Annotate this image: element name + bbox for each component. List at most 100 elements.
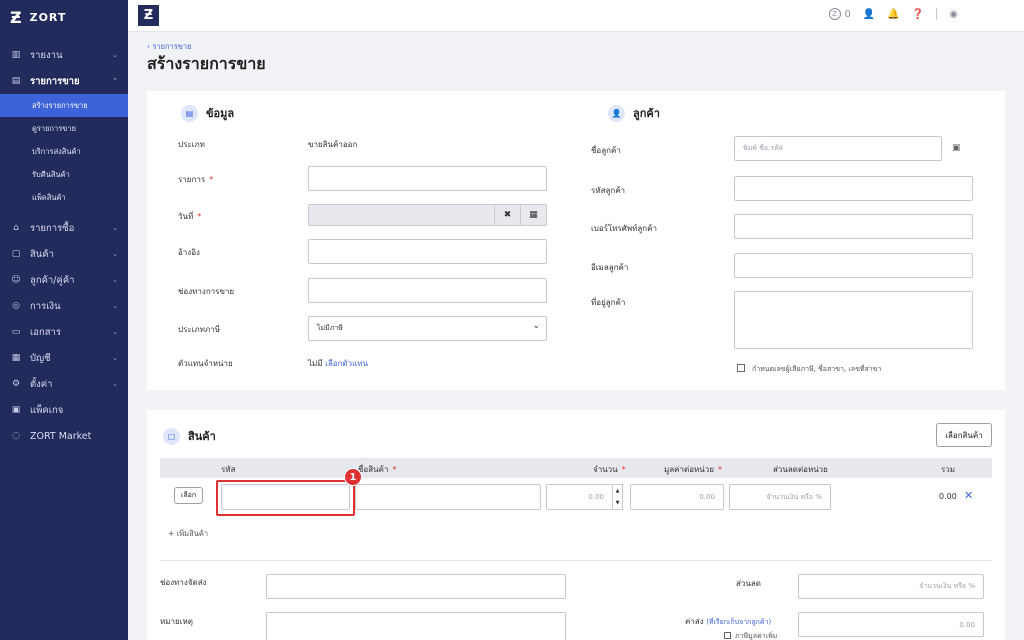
sidebar-item-package[interactable]: ▣ แพ็คเกจ xyxy=(0,397,128,423)
top-icons: Z 0 👤 🔔 ❓ ◉ xyxy=(828,8,958,20)
customer-address-label: ที่อยู่ลูกค้า xyxy=(591,298,626,307)
basket-icon: ⌂ xyxy=(13,223,19,233)
customer-email-input[interactable] xyxy=(734,253,973,278)
required-mark: * xyxy=(209,175,214,184)
sidebar-subitem-view-sales[interactable]: ดูรายการขาย xyxy=(0,117,128,140)
required-mark: * xyxy=(197,212,202,221)
sidebar-item-sales[interactable]: ▤ รายการขาย ⌃ xyxy=(0,68,128,94)
products-panel: ▢ สินค้า เลือกสินค้า รหัส ชื่อสินค้า * จำ… xyxy=(147,410,1005,640)
channel-input[interactable] xyxy=(308,278,547,303)
required-mark: * xyxy=(621,465,626,474)
market-icon: ◌ xyxy=(12,431,20,441)
help-icon[interactable]: ❓ xyxy=(912,9,924,20)
date-label: วันที่ * xyxy=(178,210,201,223)
user-icon[interactable]: 👤 xyxy=(863,9,875,20)
shipping-input[interactable] xyxy=(266,574,566,599)
row-select-button[interactable]: เลือก xyxy=(174,487,203,504)
account-icon[interactable]: ◉ xyxy=(949,9,958,20)
chevron-down-icon: ⌄ xyxy=(112,302,118,310)
sidebar-item-zort-market[interactable]: ◌ ZORT Market xyxy=(0,423,128,449)
vat-checkbox-label: ภาษีมูลค่าเพิ่ม xyxy=(735,632,778,640)
sidebar-item-settings[interactable]: ⚙ ตั้งค่า ⌄ xyxy=(0,371,128,397)
type-value: ขายสินค้าออก xyxy=(308,140,358,149)
sidebar-item-label: ZORT Market xyxy=(30,430,92,442)
customer-name-input[interactable]: พิมพ์ ชื่อ,รหัส xyxy=(734,136,942,161)
products-table-header: รหัส ชื่อสินค้า * จำนวน * มูลค่าต่อหน่วย * … xyxy=(160,458,992,478)
document-icon: ▭ xyxy=(11,327,21,337)
customer-code-input[interactable] xyxy=(734,176,973,201)
chevron-down-icon: ⌄ xyxy=(112,250,118,258)
agent-label: ตัวแทนจำหน่าย xyxy=(178,359,233,368)
discount-input[interactable]: จำนวนเงิน หรือ % xyxy=(729,484,831,510)
col-qty: จำนวน * xyxy=(593,463,626,476)
col-name: ชื่อสินค้า * xyxy=(358,463,396,476)
ref-label: อ้างอิง xyxy=(178,248,200,257)
sidebar-item-label: รายการซื้อ xyxy=(30,222,75,234)
caret-up-icon[interactable]: ▲ xyxy=(616,488,620,494)
clear-date-button[interactable]: ✖ xyxy=(494,205,520,225)
sidebar-item-finance[interactable]: ◎ การเงิน ⌄ xyxy=(0,293,128,319)
vat-checkbox[interactable] xyxy=(724,632,731,639)
tax-select[interactable]: ไม่มีภาษี ⌄ xyxy=(308,316,547,341)
tax-info-checkbox[interactable] xyxy=(737,364,745,372)
ref-input[interactable] xyxy=(308,239,547,264)
sidebar-item-label: การเงิน xyxy=(30,300,61,312)
customer-address-textarea[interactable] xyxy=(734,291,973,349)
users-icon: ☺ xyxy=(11,275,21,285)
sidebar-subitem-returns[interactable]: รับคืนสินค้า xyxy=(0,163,128,186)
sidebar-item-products[interactable]: ▢ สินค้า ⌄ xyxy=(0,241,128,267)
col-discount: ส่วนลดต่อหน่วย xyxy=(773,465,828,474)
agent-value: ไม่มี เลือกตัวแทน xyxy=(308,357,368,370)
required-mark: * xyxy=(392,465,397,474)
chevron-down-icon: ⌄ xyxy=(112,328,118,336)
remove-row-icon[interactable]: ✕ xyxy=(964,489,973,502)
caret-down-icon[interactable]: ▼ xyxy=(616,500,620,506)
coin-icon: ◎ xyxy=(12,301,20,311)
brand-name: ZORT xyxy=(29,10,67,24)
customer-phone-label: เบอร์โทรศัพท์ลูกค้า xyxy=(591,224,657,233)
item-input[interactable] xyxy=(308,166,547,191)
sidebar-subitem-shipping[interactable]: บริการส่งสินค้า xyxy=(0,140,128,163)
package-icon: ▣ xyxy=(11,405,21,415)
select-products-button[interactable]: เลือกสินค้า xyxy=(936,423,992,447)
sidebar-item-label: รายการขาย xyxy=(30,75,80,87)
item-label: รายการ * xyxy=(178,173,213,186)
tax-label: ประเภทภาษี xyxy=(178,325,220,334)
sidebar-item-report[interactable]: ▥ รายงาน ⌄ xyxy=(0,42,128,68)
product-name-input[interactable] xyxy=(355,484,541,510)
sidebar-item-label: ตั้งค่า xyxy=(30,378,53,390)
qty-input[interactable]: 0.00 xyxy=(546,484,613,510)
coin-counter[interactable]: Z 0 xyxy=(828,8,851,20)
coin-icon: Z xyxy=(828,8,841,20)
sidebar-subitem-create-sale[interactable]: สร้างรายการขาย xyxy=(0,94,128,117)
sidebar: Ƶ ZORT ▥ รายงาน ⌄ ▤ รายการขาย ⌃ สร้างราย… xyxy=(0,0,128,640)
total-discount-input[interactable]: จำนวนเงิน หรือ % xyxy=(798,574,984,599)
sidebar-subitem-packing[interactable]: แพ็คสินค้า xyxy=(0,186,128,209)
calendar-icon[interactable]: ▦ xyxy=(520,205,546,225)
chevron-down-icon: ⌄ xyxy=(532,321,540,331)
sidebar-item-accounting[interactable]: ▦ บัญชี ⌄ xyxy=(0,345,128,371)
chevron-down-icon: ⌄ xyxy=(112,51,118,59)
unit-price-input[interactable]: 0.00 xyxy=(630,484,724,510)
bell-icon[interactable]: 🔔 xyxy=(887,9,899,20)
address-book-icon[interactable]: ▣ xyxy=(952,143,961,153)
qty-stepper[interactable]: ▲ ▼ xyxy=(613,484,623,510)
ship-cost-input[interactable]: 0.00 xyxy=(798,612,984,637)
sidebar-item-purchases[interactable]: ⌂ รายการซื้อ ⌄ xyxy=(0,215,128,241)
brand[interactable]: Ƶ ZORT xyxy=(0,0,128,34)
col-unit-price: มูลค่าต่อหน่วย * xyxy=(664,463,722,476)
note-label: หมายเหตุ xyxy=(160,617,193,626)
sidebar-item-customers[interactable]: ☺ ลูกค้า/คู่ค้า ⌄ xyxy=(0,267,128,293)
add-item-link[interactable]: + เพิ่มสินค้า xyxy=(168,528,208,540)
page-title: สร้างรายการขาย xyxy=(147,54,266,73)
note-textarea[interactable] xyxy=(266,612,566,640)
zort-logo-icon[interactable]: Ƶ xyxy=(138,5,159,26)
customer-section-title: 👤 ลูกค้า xyxy=(608,104,660,122)
select-agent-link[interactable]: เลือกตัวแทน xyxy=(325,359,368,368)
sidebar-item-documents[interactable]: ▭ เอกสาร ⌄ xyxy=(0,319,128,345)
customer-phone-input[interactable] xyxy=(734,214,973,239)
gear-icon: ⚙ xyxy=(11,379,21,389)
customer-email-label: อีเมลลูกค้า xyxy=(591,263,629,272)
products-title-text: สินค้า xyxy=(188,430,216,443)
date-input[interactable]: ✖ ▦ xyxy=(308,204,547,226)
